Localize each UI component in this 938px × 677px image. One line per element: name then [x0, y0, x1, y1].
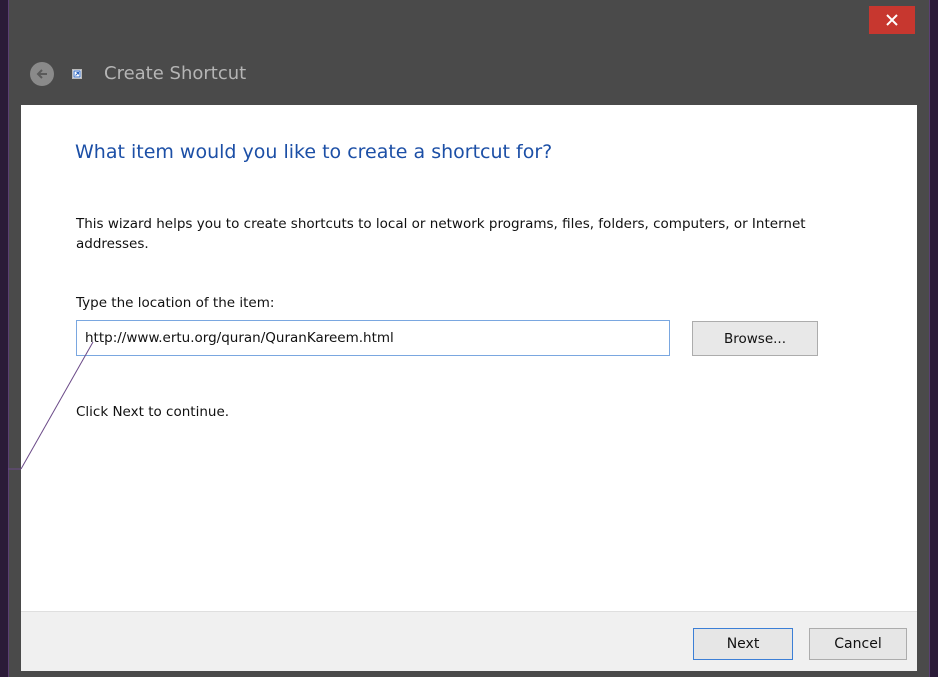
window-title: Create Shortcut: [104, 63, 247, 84]
shortcut-icon: [72, 69, 82, 79]
location-label: Type the location of the item:: [76, 295, 275, 311]
close-button[interactable]: [869, 6, 915, 34]
wizard-footer: Next Cancel: [21, 611, 917, 671]
cancel-button[interactable]: Cancel: [809, 628, 907, 660]
close-icon: [886, 14, 898, 26]
wizard-heading: What item would you like to create a sho…: [75, 141, 553, 163]
back-arrow-icon: [36, 69, 47, 79]
browse-button[interactable]: Browse...: [692, 321, 818, 356]
back-button[interactable]: [30, 62, 54, 86]
next-button[interactable]: Next: [693, 628, 793, 660]
wizard-content: What item would you like to create a sho…: [21, 105, 917, 611]
location-input[interactable]: [76, 320, 670, 356]
create-shortcut-window: Create Shortcut What item would you like…: [8, 0, 930, 677]
continue-hint: Click Next to continue.: [76, 404, 230, 420]
wizard-description: This wizard helps you to create shortcut…: [76, 216, 806, 252]
